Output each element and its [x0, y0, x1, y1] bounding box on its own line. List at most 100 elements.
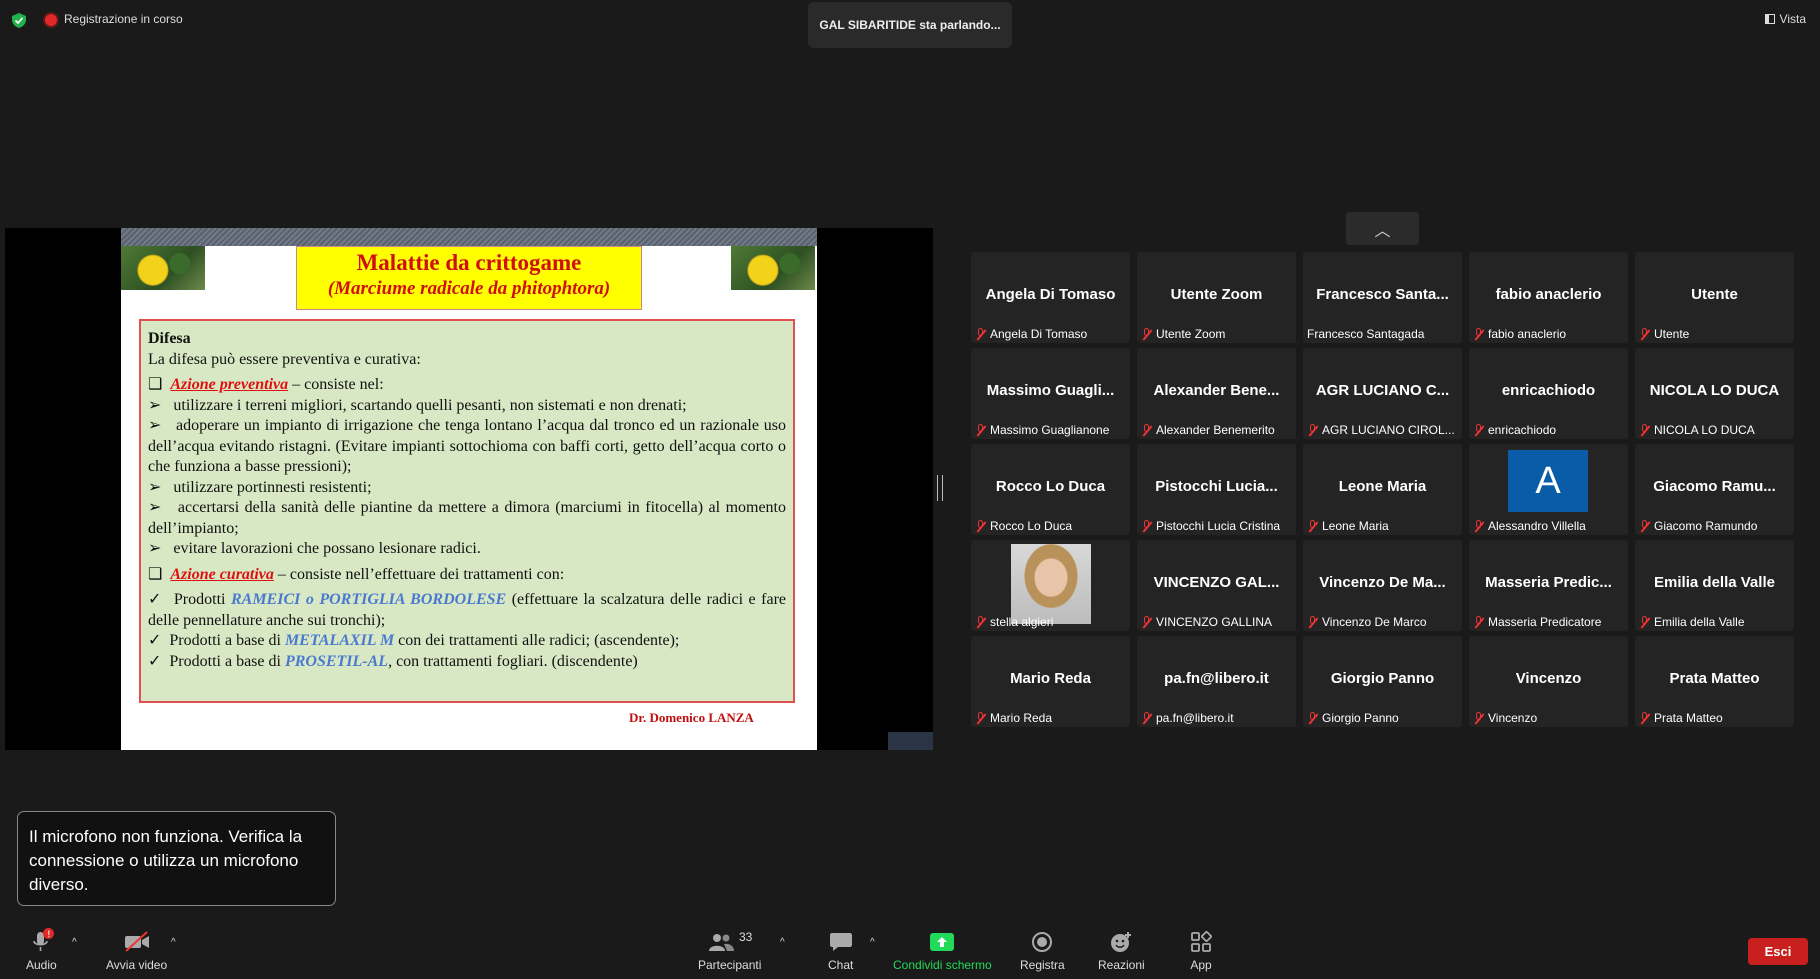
audio-options-caret[interactable]: ^: [72, 937, 77, 948]
audio-label: Audio: [26, 958, 57, 972]
participant-name: Emilia della Valle: [1654, 574, 1775, 591]
record-icon: [1031, 930, 1053, 954]
muted-mic-icon: [1141, 615, 1152, 629]
participant-label-text: fabio anaclerio: [1488, 327, 1567, 341]
participant-tile[interactable]: Vincenzo De Ma... Vincenzo De Marco: [1303, 540, 1462, 631]
participant-label-text: AGR LUCIANO CIROL...: [1322, 423, 1455, 437]
apps-label: App: [1190, 958, 1212, 972]
participant-tile[interactable]: Emilia della Valle Emilia della Valle: [1635, 540, 1794, 631]
participant-tile[interactable]: enricachiodo enricachiodo: [1469, 348, 1628, 439]
shield-icon[interactable]: [12, 13, 26, 28]
participant-tile[interactable]: Mario Reda Mario Reda: [971, 636, 1130, 727]
chat-button[interactable]: Chat: [828, 930, 853, 972]
participant-tile[interactable]: Giorgio Panno Giorgio Panno: [1303, 636, 1462, 727]
participant-label: Giorgio Panno: [1307, 711, 1399, 725]
muted-mic-icon: [1473, 615, 1484, 629]
curative-text: – consiste nell’effettuare dei trattamen…: [273, 565, 565, 583]
record-button[interactable]: Registra: [1020, 930, 1065, 972]
participant-label: Francesco Santagada: [1307, 327, 1424, 341]
participant-label-text: Prata Matteo: [1654, 711, 1723, 725]
participants-button[interactable]: 33 Partecipanti: [698, 930, 761, 972]
participant-label: Vincenzo: [1473, 711, 1537, 725]
view-label: Vista: [1779, 12, 1806, 26]
participant-name: VINCENZO GAL...: [1153, 574, 1280, 591]
participant-tile[interactable]: Giacomo Ramu... Giacomo Ramundo: [1635, 444, 1794, 535]
participant-tile[interactable]: stella algieri: [971, 540, 1130, 631]
participant-label: Alexander Benemerito: [1141, 423, 1275, 437]
participants-options-caret[interactable]: ^: [780, 937, 785, 948]
recording-status[interactable]: Registrazione in corso: [64, 12, 183, 26]
participant-tile[interactable]: pa.fn@libero.it pa.fn@libero.it: [1137, 636, 1296, 727]
start-video-button[interactable]: Avvia video: [106, 930, 167, 972]
participant-tile[interactable]: Francesco Santa... Francesco Santagada: [1303, 252, 1462, 343]
participant-tile[interactable]: Prata Matteo Prata Matteo: [1635, 636, 1794, 727]
arrow-bullet-icon: ➢: [148, 499, 162, 516]
participant-tile[interactable]: fabio anaclerio fabio anaclerio: [1469, 252, 1628, 343]
muted-mic-icon: [975, 711, 986, 725]
participant-label-text: Alessandro Villella: [1488, 519, 1586, 533]
participant-tile[interactable]: AGR LUCIANO C... AGR LUCIANO CIROL...: [1303, 348, 1462, 439]
muted-mic-icon: [1141, 327, 1152, 341]
participant-label: pa.fn@libero.it: [1141, 711, 1234, 725]
muted-mic-icon: [975, 615, 986, 629]
participant-label-text: Masseria Predicatore: [1488, 615, 1602, 629]
participant-label: VINCENZO GALLINA: [1141, 615, 1272, 629]
participant-label-text: Utente Zoom: [1156, 327, 1226, 341]
active-speaker-text: GAL SIBARITIDE sta parlando...: [819, 18, 1001, 32]
reactions-icon: [1109, 930, 1133, 954]
preventive-item: ➢ adoperare un impianto di irrigazione c…: [148, 416, 786, 478]
curative-item: ✓ Prodotti a base di PROSETIL-AL, con tr…: [148, 652, 786, 673]
participant-tile[interactable]: Utente Zoom Utente Zoom: [1137, 252, 1296, 343]
muted-mic-icon: [1473, 711, 1484, 725]
participant-tile[interactable]: Massimo Guagli... Massimo Guaglianone: [971, 348, 1130, 439]
participant-tile[interactable]: Alexander Bene... Alexander Benemerito: [1137, 348, 1296, 439]
participant-tile[interactable]: Rocco Lo Duca Rocco Lo Duca: [971, 444, 1130, 535]
participant-tile[interactable]: Pistocchi Lucia... Pistocchi Lucia Cristi…: [1137, 444, 1296, 535]
slide-title-box: Malattie da crittogame (Marciume radical…: [296, 246, 642, 310]
leave-button[interactable]: Esci: [1748, 938, 1808, 965]
check-bullet-icon: ✓: [148, 632, 162, 649]
panel-resize-handle[interactable]: [937, 475, 943, 501]
participant-name: Giacomo Ramu...: [1653, 478, 1776, 495]
participant-name: Angela Di Tomaso: [985, 286, 1116, 303]
slide-author: Dr. Domenico LANZA: [629, 710, 754, 725]
participant-tile[interactable]: Leone Maria Leone Maria: [1303, 444, 1462, 535]
reactions-button[interactable]: Reazioni: [1098, 930, 1145, 972]
participant-label: NICOLA LO DUCA: [1639, 423, 1755, 437]
view-button[interactable]: Vista: [1764, 12, 1806, 26]
chevron-up-icon: ︿: [1374, 222, 1391, 240]
participant-name: Massimo Guagli...: [986, 382, 1115, 399]
chat-options-caret[interactable]: ^: [870, 937, 875, 948]
participant-name: Utente: [1691, 286, 1738, 303]
preventive-item-text: adoperare un impianto di irrigazione che…: [148, 417, 786, 475]
share-screen-button[interactable]: Condividi schermo: [893, 930, 992, 972]
muted-mic-icon: [1307, 519, 1318, 533]
participant-tile[interactable]: A Alessandro Villella: [1469, 444, 1628, 535]
participant-name: Alexander Bene...: [1153, 382, 1280, 399]
participant-tile[interactable]: Masseria Predic... Masseria Predicatore: [1469, 540, 1628, 631]
lemon-image-left: [121, 246, 205, 290]
lemon-image-right: [731, 246, 815, 290]
participant-tile[interactable]: Angela Di Tomaso Angela Di Tomaso: [971, 252, 1130, 343]
participant-tile[interactable]: VINCENZO GAL... VINCENZO GALLINA: [1137, 540, 1296, 631]
participant-tile[interactable]: Utente Utente: [1635, 252, 1794, 343]
participant-name: Leone Maria: [1338, 478, 1427, 495]
gallery-collapse-button[interactable]: ︿: [1346, 212, 1419, 245]
participant-label-text: Mario Reda: [990, 711, 1053, 725]
audio-button[interactable]: ! Audio: [26, 928, 57, 972]
microphone-warning-toast: Il microfono non funziona. Verifica la c…: [17, 811, 336, 906]
apps-button[interactable]: App: [1190, 930, 1212, 972]
participant-label: enricachiodo: [1473, 423, 1556, 437]
participant-label: Massimo Guaglianone: [975, 423, 1109, 437]
participant-label: Mario Reda: [975, 711, 1052, 725]
participant-label: Angela Di Tomaso: [975, 327, 1087, 341]
participant-tile[interactable]: Vincenzo Vincenzo: [1469, 636, 1628, 727]
participant-name: Prata Matteo: [1669, 670, 1760, 687]
preventive-item: ➢ accertarsi della sanità delle piantine…: [148, 498, 786, 539]
participant-name: NICOLA LO DUCA: [1649, 382, 1780, 399]
curative-heading: ❑ Azione curativa – consiste nell’effett…: [148, 565, 786, 586]
video-options-caret[interactable]: ^: [171, 937, 176, 948]
curative-label: Azione curativa: [170, 565, 274, 583]
participant-tile[interactable]: NICOLA LO DUCA NICOLA LO DUCA: [1635, 348, 1794, 439]
participant-label: Prata Matteo: [1639, 711, 1723, 725]
